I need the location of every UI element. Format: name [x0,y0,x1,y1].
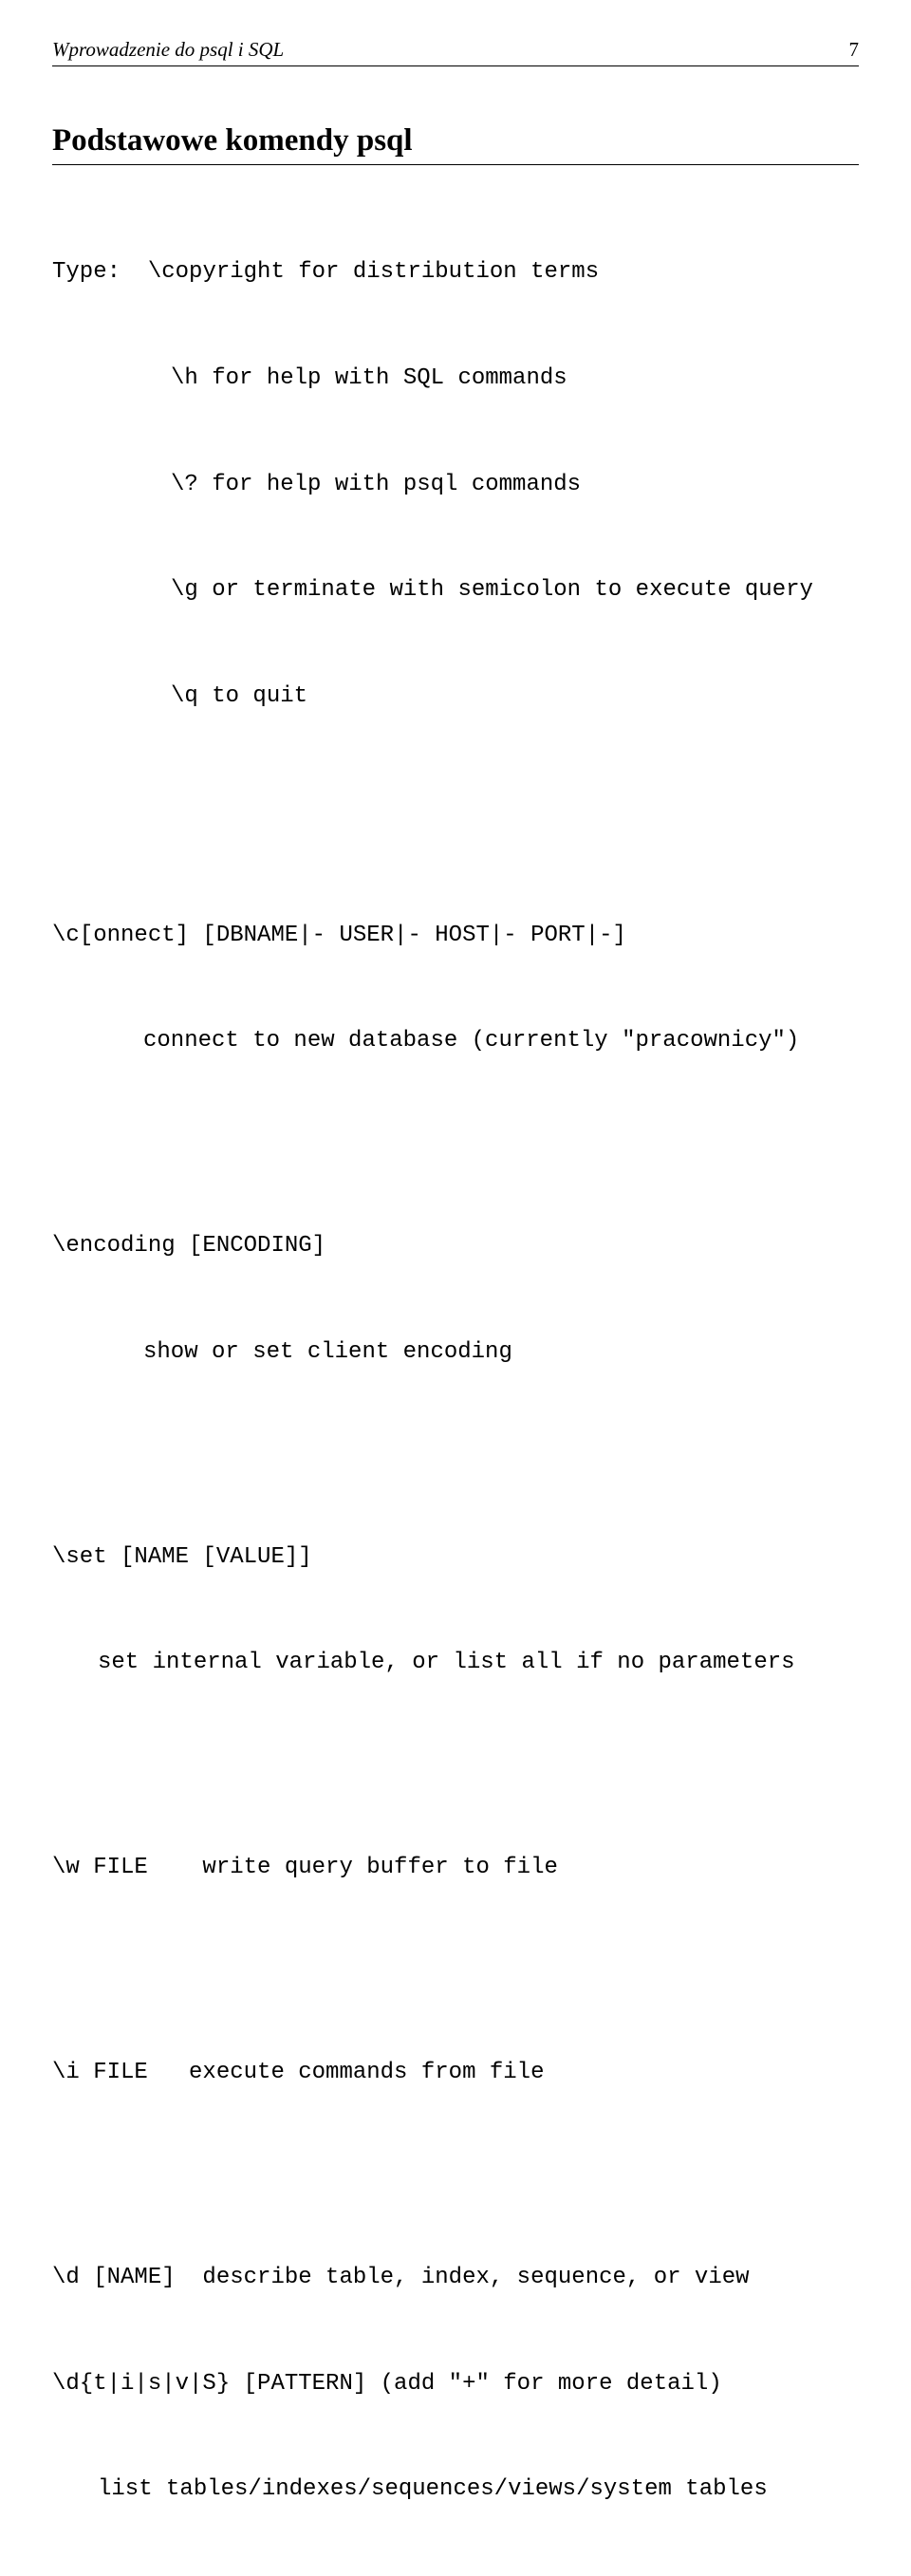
spacer [52,1956,859,1985]
ifile-line: \i FILE execute commands from file [52,2055,859,2090]
type-line-5: \q to quit [52,679,859,714]
connect-line-1: \c[onnect] [DBNAME|- USER|- HOST|- PORT|… [52,918,859,953]
page-container: Wprowadzenie do psql i SQL 7 Podstawowe … [0,0,911,2576]
encoding-line-2: show or set client encoding [52,1335,859,1370]
type-line-2: \h for help with SQL commands [52,361,859,396]
spacer [52,1751,859,1780]
wfile-line: \w FILE write query buffer to file [52,1850,859,1885]
type-label: Type: [52,259,121,285]
ifile-block: \i FILE execute commands from file [52,1985,859,2161]
spacer [52,2161,859,2190]
connect-line-2: connect to new database (currently "prac… [52,1023,859,1058]
connect-block: \c[onnect] [DBNAME|- USER|- HOST|- PORT|… [52,847,859,1129]
type-line-4: \g or terminate with semicolon to execut… [52,572,859,607]
spacer [52,1440,859,1468]
d-line-1: \d [NAME] describe table, index, sequenc… [52,2260,859,2295]
set-line-1: \set [NAME [VALUE]] [52,1540,859,1575]
section-title: Podstawowe komendy psql [52,123,859,159]
set-block: \set [NAME [VALUE]] set internal variabl… [52,1468,859,1751]
d-block: \d [NAME] describe table, index, sequenc… [52,2190,859,2576]
spacer [52,784,859,847]
d-line-3: list tables/indexes/sequences/views/syst… [52,2472,859,2507]
page-number: 7 [849,38,860,62]
encoding-block: \encoding [ENCODING] show or set client … [52,1158,859,1441]
header-title: Wprowadzenie do psql i SQL [52,38,284,62]
type-line-1: \copyright for distribution terms [148,259,599,285]
wfile-block: \w FILE write query buffer to file [52,1780,859,1956]
page-header: Wprowadzenie do psql i SQL 7 [52,38,859,66]
title-rule [52,164,859,165]
section: Podstawowe komendy psql [52,123,859,165]
encoding-line-1: \encoding [ENCODING] [52,1228,859,1263]
d-line-2: \d{t|i|s|v|S} [PATTERN] (add "+" for mor… [52,2366,859,2401]
type-row: Type: \copyright for distribution terms [52,254,859,289]
type-line-3: \? for help with psql commands [52,467,859,502]
set-line-2: set internal variable, or list all if no… [52,1645,859,1680]
spacer [52,1129,859,1158]
type-block: Type: \copyright for distribution terms … [52,184,859,784]
